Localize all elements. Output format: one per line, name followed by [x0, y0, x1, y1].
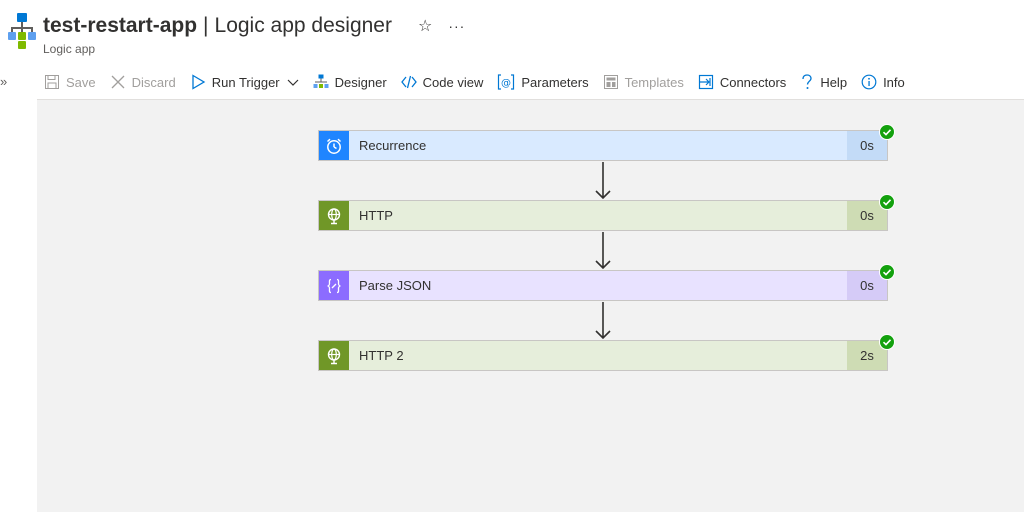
save-label: Save: [66, 74, 96, 90]
globe-icon: [327, 207, 341, 224]
step-icon-container: [319, 201, 349, 230]
resource-title: test-restart-app: [43, 14, 198, 37]
parameters-label: Parameters: [521, 74, 589, 90]
step-label: Parse JSON: [349, 271, 847, 300]
step-label: HTTP: [349, 201, 847, 230]
help-label: Help: [820, 74, 848, 90]
ellipsis-icon[interactable]: ···: [448, 18, 465, 34]
discard-button[interactable]: Discard: [110, 74, 176, 90]
templates-label: Templates: [624, 74, 684, 90]
step-card-http[interactable]: HTTP 0s: [318, 194, 895, 231]
templates-icon: [603, 75, 618, 89]
play-icon: [192, 74, 205, 90]
connectors-button[interactable]: Connectors: [698, 74, 786, 90]
run-trigger-button[interactable]: Run Trigger: [190, 74, 299, 90]
page-header: test-restart-app | Logic app designer ☆ …: [43, 10, 465, 42]
step-label: Recurrence: [349, 131, 847, 160]
help-button[interactable]: Help: [800, 74, 847, 90]
help-icon: [802, 74, 812, 89]
json-braces-icon: [327, 278, 341, 293]
flow-arrow: [595, 302, 611, 340]
code-icon: [400, 75, 417, 89]
step-card-recurrence[interactable]: Recurrence 0s: [318, 124, 895, 161]
info-icon: [861, 74, 877, 90]
parameters-icon: @: [498, 74, 515, 90]
svg-text:@: @: [501, 78, 511, 89]
success-check-icon: [879, 124, 895, 140]
clock-icon: [326, 138, 342, 154]
chevron-double-right-icon[interactable]: »: [0, 74, 7, 89]
step-card-http-2[interactable]: HTTP 2 2s: [318, 334, 895, 371]
close-icon: [111, 75, 125, 89]
globe-icon: [327, 347, 341, 364]
code-view-button[interactable]: Code view: [400, 74, 484, 90]
step-icon-container: [319, 271, 349, 300]
flow-arrow: [595, 232, 611, 270]
step-icon-container: [319, 341, 349, 370]
step-icon-container: [319, 131, 349, 160]
save-icon: [45, 75, 59, 89]
star-icon[interactable]: ☆: [418, 16, 432, 36]
designer-icon: [313, 74, 329, 88]
step-label: HTTP 2: [349, 341, 847, 370]
designer-canvas[interactable]: [37, 100, 1024, 512]
flow-arrow: [595, 162, 611, 200]
title-separator: |: [203, 14, 209, 37]
run-trigger-label: Run Trigger: [211, 74, 280, 90]
resource-type-label: Logic app: [43, 42, 96, 56]
info-label: Info: [883, 74, 905, 90]
step-card-parse-json[interactable]: Parse JSON 0s: [318, 264, 895, 301]
parameters-button[interactable]: @ Parameters: [497, 74, 589, 90]
logic-app-icon: [8, 13, 36, 49]
success-check-icon: [879, 334, 895, 350]
code-view-label: Code view: [422, 74, 484, 90]
success-check-icon: [879, 194, 895, 210]
save-button[interactable]: Save: [44, 74, 96, 90]
blade-title: Logic app designer: [214, 14, 392, 37]
info-button[interactable]: Info: [861, 74, 905, 90]
templates-button[interactable]: Templates: [603, 74, 684, 90]
designer-button[interactable]: Designer: [313, 74, 387, 90]
connectors-icon: [698, 74, 713, 90]
chevron-down-icon[interactable]: [287, 76, 299, 88]
connectors-label: Connectors: [719, 74, 787, 90]
designer-label: Designer: [334, 74, 387, 90]
success-check-icon: [879, 264, 895, 280]
command-bar: Save Discard Run Trigger Designer Code v…: [44, 69, 919, 95]
discard-label: Discard: [131, 74, 176, 90]
